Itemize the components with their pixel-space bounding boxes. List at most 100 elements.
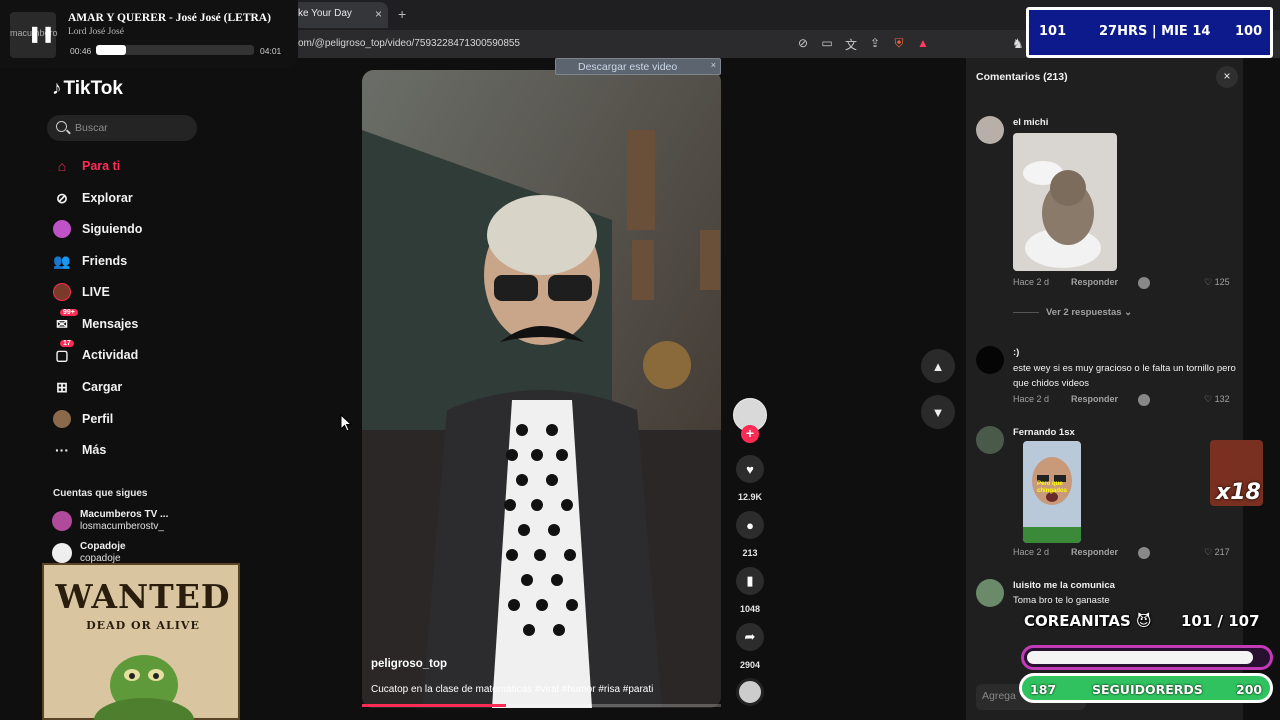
profile-avatar-icon <box>52 409 72 429</box>
chevron-up-icon: ▲ <box>931 358 945 374</box>
media-progress-bar[interactable] <box>96 45 254 55</box>
next-video-button[interactable]: ▼ <box>921 395 955 429</box>
comment-sticker-image <box>1013 133 1117 271</box>
comments-title: Comentarios (213) <box>976 71 1068 83</box>
nav-label: Explorar <box>82 191 133 205</box>
reply-button[interactable]: Responder <box>1071 277 1118 287</box>
eye-off-icon[interactable]: ⊘ <box>796 36 810 53</box>
comment-user[interactable]: :) <box>1013 347 1019 358</box>
cast-icon[interactable]: ▭ <box>820 36 834 53</box>
video-player[interactable] <box>362 70 721 708</box>
comment-like-count: 132 <box>1214 394 1230 404</box>
chevron-down-icon: ⌄ <box>1124 307 1133 318</box>
song-artist: Lord José José <box>68 27 124 37</box>
view-replies-button[interactable]: Ver 2 respuestas ⌄ <box>1046 307 1132 318</box>
nav-para-ti[interactable]: ⌂ Para ti <box>52 155 120 177</box>
multiplier-label: x18 <box>1216 480 1261 505</box>
comment-user[interactable]: el michi <box>1013 117 1048 128</box>
nav-label: Perfil <box>82 412 114 426</box>
download-close-icon[interactable]: × <box>711 60 716 70</box>
url-field[interactable]: om/@peligroso_top/video/7593228471300590… <box>298 38 520 49</box>
score-left: 101 <box>1039 24 1067 39</box>
like-button[interactable]: ♥ <box>736 455 764 483</box>
nav-cargar[interactable]: ⊞ Cargar <box>52 376 122 398</box>
download-label: Descargar este video <box>578 61 678 73</box>
comment-time: Hace 2 d <box>1013 394 1050 404</box>
current-time: 00:46 <box>70 46 92 56</box>
followed-account[interactable]: Macumberos TV ... losmacumberostv_ <box>52 509 168 533</box>
nav-siguiendo[interactable]: Siguiendo <box>52 218 142 240</box>
avatar[interactable] <box>976 116 1004 144</box>
nav-mas[interactable]: ··· Más <box>52 439 106 461</box>
avatar[interactable] <box>976 579 1004 607</box>
nav-live[interactable]: LIVE <box>52 281 110 303</box>
pause-icon[interactable]: ❚❚ <box>28 24 55 44</box>
close-comments-button[interactable]: × <box>1216 66 1238 88</box>
sticker-caption: Pero que chingados <box>1037 481 1068 494</box>
upload-icon: ⊞ <box>56 378 68 395</box>
creator-liked-avatar <box>1138 547 1150 559</box>
followers-current: 187 <box>1030 682 1057 697</box>
comment-text: este wey si es muy gracioso o le falta u… <box>1013 363 1236 389</box>
comment-like-count: 217 <box>1214 547 1230 557</box>
stream-score-widget: 101 27HRS | MIE 14 100 <box>1026 7 1273 58</box>
nav-label: Siguiendo <box>82 222 143 236</box>
translate-icon[interactable]: 文 <box>844 36 858 53</box>
save-button[interactable]: ▮ <box>736 567 764 595</box>
nav-label: Mensajes <box>82 317 139 331</box>
compass-icon: ⊘ <box>56 189 68 206</box>
tiktok-logo[interactable]: ♪ TikTok <box>52 78 123 100</box>
creator-liked-avatar <box>1138 277 1150 289</box>
wanted-poster-overlay: WANTED DEAD OR ALIVE <box>42 563 240 720</box>
search-input[interactable] <box>75 119 190 137</box>
toolbar-icons: ⊘ ▭ 文 ⇪ ⛨ ▲ <box>796 36 930 53</box>
comment-like-count: 125 <box>1214 277 1230 287</box>
reply-button[interactable]: Responder <box>1071 547 1118 557</box>
song-title: AMAR Y QUERER - José José (LETRA) <box>68 12 271 24</box>
video-author[interactable]: peligroso_top <box>371 658 447 670</box>
account-name: Macumberos TV ... <box>80 509 169 520</box>
tab-close-icon[interactable]: × <box>375 7 382 21</box>
comment-button[interactable]: ● <box>736 511 764 539</box>
video-progress-fill <box>362 704 506 707</box>
brave-rewards-icon[interactable]: ▲ <box>916 36 930 53</box>
share-count: 2904 <box>739 660 761 670</box>
score-middle: 27HRS | MIE 14 <box>1099 24 1211 39</box>
search-box[interactable] <box>47 115 197 141</box>
coreanitas-progress-bar <box>1021 645 1273 670</box>
brave-shields-icon[interactable]: ⛨ <box>892 36 906 53</box>
followed-account[interactable]: Copadoje copadoje <box>52 541 126 565</box>
media-player: macumbero ❚❚ AMAR Y QUERER - José José (… <box>0 0 298 68</box>
share-icon[interactable]: ⇪ <box>868 36 882 53</box>
media-progress-fill <box>96 45 127 55</box>
comment-like[interactable]: ♡ 132 <box>1204 394 1230 405</box>
comment-like[interactable]: ♡ 217 <box>1204 547 1230 558</box>
extension-icon[interactable]: ♞ <box>1012 36 1024 52</box>
new-tab-button[interactable]: + <box>398 6 406 22</box>
download-video-bar[interactable]: Descargar este video × <box>555 58 721 75</box>
nav-explorar[interactable]: ⊘ Explorar <box>52 187 133 209</box>
nav-friends[interactable]: 👥 Friends <box>52 250 127 272</box>
nav-label: LIVE <box>82 285 110 299</box>
search-icon <box>56 121 67 132</box>
heart-outline-icon: ♡ <box>1204 394 1215 404</box>
browser-tab[interactable]: ke Your Day × <box>292 2 388 28</box>
share-button[interactable]: ➦ <box>736 623 764 651</box>
nav-mensajes[interactable]: ✉ 99+ Mensajes <box>52 309 139 335</box>
previous-video-button[interactable]: ▲ <box>921 349 955 383</box>
comment-like[interactable]: ♡ 125 <box>1204 277 1230 288</box>
video-progress-bar[interactable] <box>362 704 721 707</box>
reply-button[interactable]: Responder <box>1071 394 1118 404</box>
comment-time: Hace 2 d <box>1013 277 1050 287</box>
sound-disc-icon[interactable] <box>736 678 764 706</box>
avatar <box>52 511 72 531</box>
nav-actividad[interactable]: ▢ 17 Actividad <box>52 340 138 366</box>
comment-user[interactable]: Fernando 1sx <box>1013 427 1075 438</box>
chevron-down-icon: ▼ <box>931 404 945 420</box>
nav-perfil[interactable]: Perfil <box>52 408 113 430</box>
avatar[interactable] <box>976 426 1004 454</box>
score-right: 100 <box>1235 24 1263 39</box>
comment-user[interactable]: luisito me la comunica <box>1013 580 1115 591</box>
avatar[interactable] <box>976 346 1004 374</box>
follow-button[interactable]: + <box>741 425 759 443</box>
